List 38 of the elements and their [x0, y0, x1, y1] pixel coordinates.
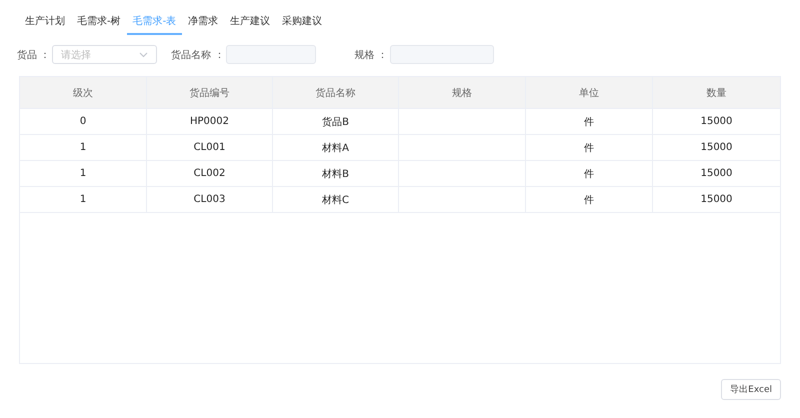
table-cell: 材料B [273, 161, 399, 186]
table-cell: CL003 [147, 187, 273, 212]
column-header: 货品编号 [147, 77, 273, 108]
table-cell: 货品B [273, 109, 399, 134]
table-cell: 件 [526, 109, 653, 134]
table-cell: 件 [526, 161, 653, 186]
column-header: 级次 [20, 77, 147, 108]
tab[interactable]: 生产建议 [224, 10, 276, 35]
table-cell: 材料C [273, 187, 399, 212]
column-header: 数量 [706, 86, 728, 100]
table-cell: 1 [20, 135, 147, 160]
filter-label: 货品名称 ： [171, 48, 224, 62]
table-cell: 1 [20, 187, 147, 212]
table-cell: 材料A [273, 135, 399, 160]
filter-label: 规格 ： [354, 48, 388, 62]
table-cell: 1 [20, 161, 147, 186]
input-field[interactable] [226, 45, 316, 64]
table-cell-text: 15000 [700, 193, 734, 207]
chevron-down-icon [139, 52, 148, 58]
table-cell-text: 15000 [700, 167, 734, 181]
table-cell-text: 15000 [700, 115, 734, 129]
tab[interactable]: 采购建议 [276, 10, 328, 35]
column-header: 单位 [526, 77, 653, 108]
table-cell: CL001 [147, 135, 273, 160]
table-cell: 件 [526, 187, 653, 212]
table-cell-text: 15000 [700, 141, 734, 155]
column-header: 规格 [399, 77, 526, 108]
input-field[interactable] [390, 45, 494, 64]
export-button[interactable]: 导出Excel [721, 379, 781, 400]
table-cell: CL002 [147, 161, 273, 186]
table-cell: 0 [20, 109, 147, 134]
tab[interactable]: 净需求 [182, 10, 224, 35]
table-cell: HP0002 [147, 109, 273, 134]
column-header: 货品名称 [273, 77, 399, 108]
table-cell: 件 [526, 135, 653, 160]
tab[interactable]: 生产计划 [19, 10, 71, 35]
filter-label: 货品 ： [17, 48, 50, 62]
tab[interactable]: 毛需求-树 [71, 10, 127, 35]
